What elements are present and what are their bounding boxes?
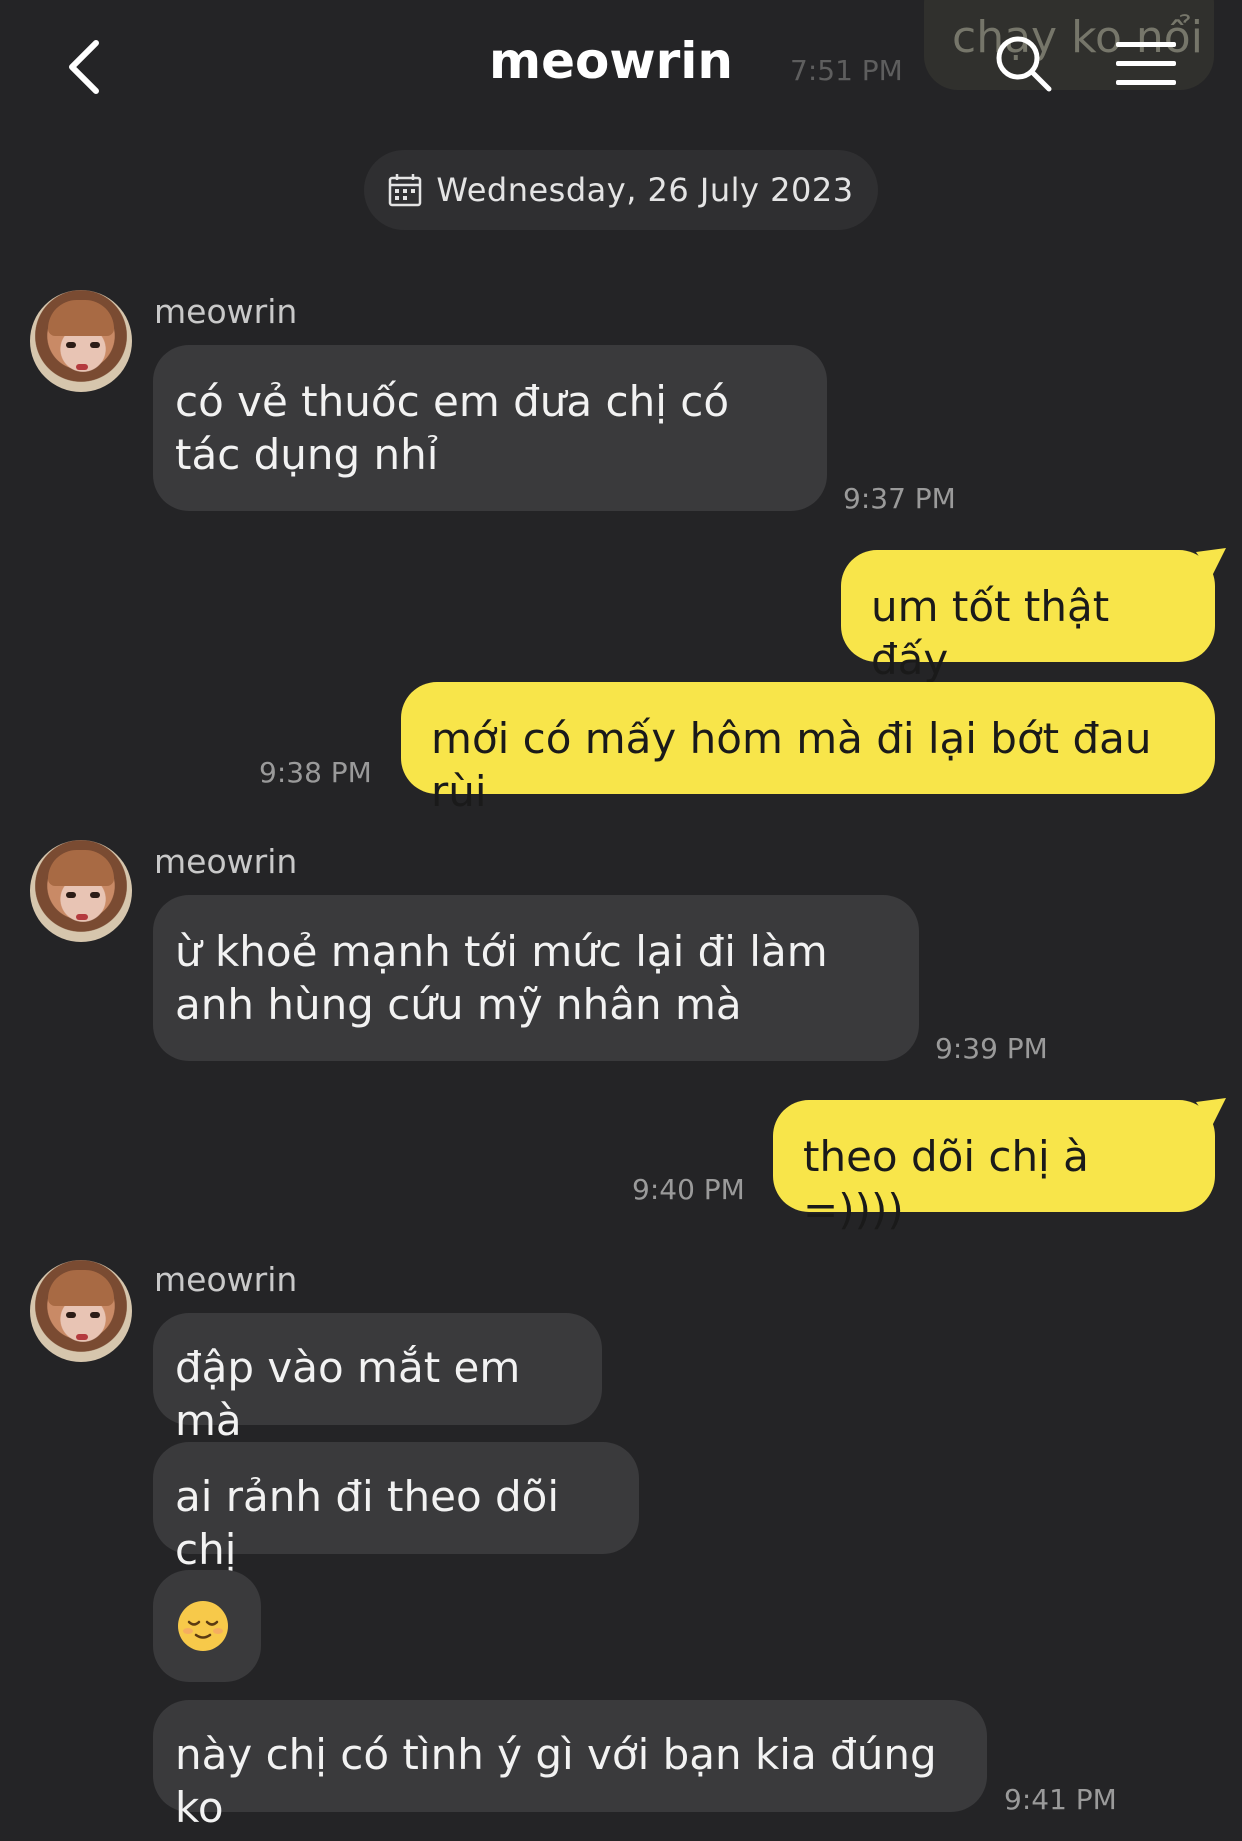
calendar-icon [389,174,422,207]
message-bubble-incoming[interactable]: này chị có tình ý gì với bạn kia đúng ko [153,1700,987,1832]
date-text: Wednesday, 26 July 2023 [436,171,854,209]
search-button[interactable] [984,24,1064,104]
message-text: um tốt thật đấy [871,582,1110,684]
message-bubble-incoming[interactable]: ừ khoẻ mạnh tới mức lại đi làm anh hùng … [153,895,919,1061]
date-divider: Wednesday, 26 July 2023 [364,150,878,230]
avatar[interactable] [30,840,132,942]
message-bubble-incoming[interactable]: ai rảnh đi theo dõi chị [153,1442,639,1574]
message-text: ừ khoẻ mạnh tới mức lại đi làm anh hùng … [175,927,828,1029]
message-time: 9:41 PM [1004,1783,1117,1816]
avatar[interactable] [30,290,132,392]
menu-button[interactable] [1106,24,1186,104]
message-bubble-outgoing[interactable]: um tốt thật đấy [841,550,1215,684]
relieved-face-emoji [178,1601,228,1651]
message-text: ai rảnh đi theo dõi chị [175,1472,560,1574]
message-bubble-outgoing[interactable]: mới có mấy hôm mà đi lại bớt đau rùi [401,682,1215,816]
message-text: này chị có tình ý gì với bạn kia đúng ko [175,1730,937,1832]
message-time: 9:39 PM [935,1032,1048,1065]
message-time: 9:37 PM [843,482,956,515]
message-text: có vẻ thuốc em đưa chị có tác dụng nhỉ [175,377,730,479]
hamburger-menu-icon [1116,42,1176,85]
message-text: đập vào mắt em mà [175,1343,521,1445]
sender-name: meowrin [154,1260,298,1299]
message-bubble-outgoing[interactable]: theo dõi chị à =)))) [773,1100,1215,1234]
message-bubble-incoming[interactable]: có vẻ thuốc em đưa chị có tác dụng nhỉ [153,345,827,511]
message-text: theo dõi chị à =)))) [803,1132,1089,1234]
search-icon [996,36,1052,92]
sender-name: meowrin [154,292,298,331]
message-time: 9:40 PM [632,1173,745,1206]
bubble-tail [1196,1098,1226,1126]
bubble-tail [1196,548,1226,576]
message-text: mới có mấy hôm mà đi lại bớt đau rùi [431,714,1152,816]
message-bubble-incoming[interactable]: đập vào mắt em mà [153,1313,602,1445]
sender-name: meowrin [154,842,298,881]
message-time: 9:38 PM [259,756,372,789]
message-bubble-incoming[interactable] [153,1570,261,1682]
avatar[interactable] [30,1260,132,1362]
